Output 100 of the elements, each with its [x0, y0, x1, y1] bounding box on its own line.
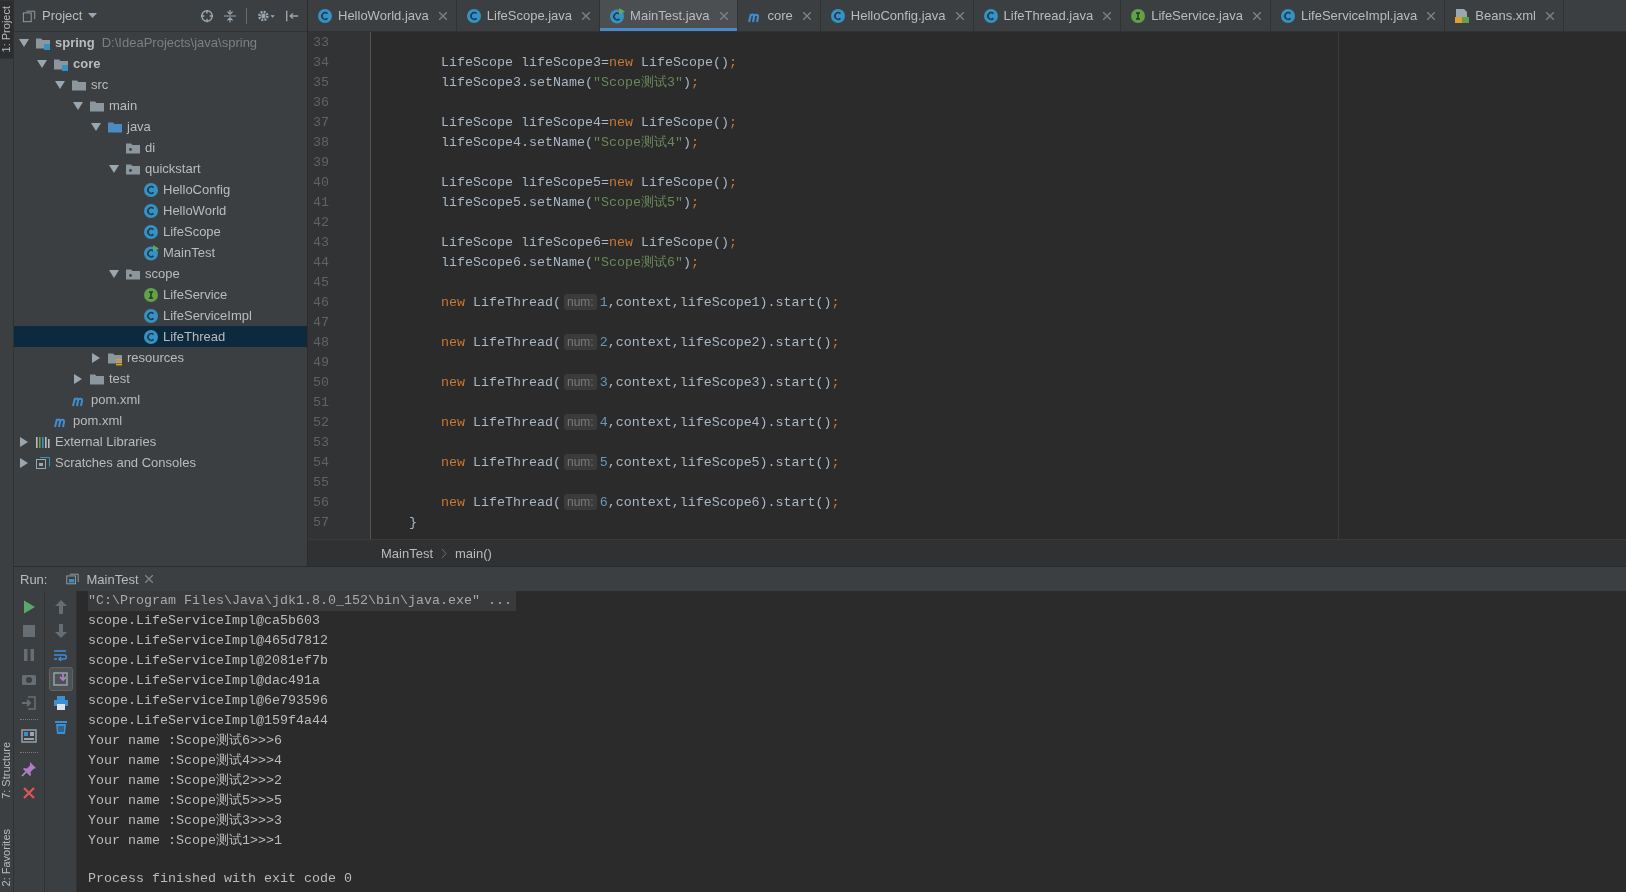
console-line: Your name :Scope测试1>>>1	[88, 832, 282, 850]
editor-tab[interactable]: core	[737, 0, 821, 31]
settings-icon[interactable]	[256, 8, 276, 23]
console-line: scope.LifeServiceImpl@ca5b603	[88, 612, 320, 630]
close-icon[interactable]	[1252, 11, 1261, 20]
close-icon[interactable]	[1103, 11, 1112, 20]
close-icon[interactable]	[955, 11, 964, 20]
editor-tab[interactable]: LifeServiceImpl.java	[1270, 0, 1446, 31]
tree-item[interactable]: di	[14, 137, 307, 158]
code-line: LifeScope lifeScope6=new LifeScope();	[440, 234, 737, 250]
console-window-icon	[65, 572, 81, 586]
class-icon	[982, 7, 999, 24]
console-line: scope.LifeServiceImpl@465d7812	[88, 632, 328, 650]
editor-tab[interactable]: LifeService.java	[1121, 0, 1271, 31]
console-line: Your name :Scope测试3>>>3	[88, 812, 282, 830]
soft-wrap-icon[interactable]	[52, 647, 69, 663]
editor-tab[interactable]: LifeThread.java	[973, 0, 1122, 31]
tree-item[interactable]: core	[14, 53, 307, 74]
tree-item[interactable]: quickstart	[14, 158, 307, 179]
tree-item[interactable]: HelloWorld	[14, 200, 307, 221]
tree-item[interactable]: pom.xml	[14, 410, 307, 431]
close-icon[interactable]	[21, 785, 37, 801]
code-line: lifeScope4.setName("Scope测试4");	[440, 133, 699, 151]
tree-item[interactable]: Scratches and Consoles	[14, 452, 307, 473]
expanded-arrow-icon[interactable]	[91, 121, 101, 132]
tree-item[interactable]: MainTest	[14, 242, 307, 263]
caret-icon	[88, 12, 98, 19]
tree-item[interactable]: HelloConfig	[14, 179, 307, 200]
view-dropdown[interactable]: Project	[22, 8, 98, 23]
collapse-all-icon[interactable]	[223, 8, 237, 23]
console-window-icon	[35, 454, 51, 471]
layout-icon[interactable]	[21, 728, 37, 744]
interface-icon	[1130, 7, 1147, 24]
console-line: Your name :Scope测试5>>>5	[88, 792, 282, 810]
console-line: scope.LifeServiceImpl@2081ef7b	[88, 652, 328, 670]
tree-item[interactable]: main	[14, 95, 307, 116]
tool-window-tab[interactable]: 7: Structure	[0, 735, 13, 805]
close-icon[interactable]	[438, 11, 447, 20]
collapsed-arrow-icon[interactable]	[19, 436, 29, 447]
tool-window-tab[interactable]: 2: Favorites	[0, 822, 13, 892]
breadcrumb-item[interactable]: main()	[455, 545, 492, 561]
window-icon	[22, 8, 36, 23]
close-icon[interactable]	[582, 11, 591, 20]
close-icon[interactable]	[1545, 11, 1554, 20]
class-icon	[143, 307, 159, 324]
breadcrumb-item[interactable]: MainTest	[381, 545, 434, 561]
tree-item[interactable]: spring D:\IdeaProjects\java\spring	[14, 32, 307, 53]
code-line: lifeScope6.setName("Scope测试6");	[440, 253, 699, 271]
run-icon[interactable]	[21, 599, 37, 615]
scroll-to-end-icon[interactable]	[52, 671, 69, 687]
code-line: new LifeThread( num: 3,context,lifeScope3).start();	[440, 374, 840, 390]
expanded-arrow-icon[interactable]	[19, 37, 29, 48]
print-icon[interactable]	[52, 695, 69, 711]
interface-icon	[143, 286, 159, 303]
collapsed-arrow-icon[interactable]	[19, 457, 29, 468]
class-icon	[143, 181, 159, 198]
editor-tab[interactable]: HelloConfig.java	[820, 0, 974, 31]
tree-item[interactable]: scope	[14, 263, 307, 284]
tree-item[interactable]: java	[14, 116, 307, 137]
tree-item[interactable]: LifeScope	[14, 221, 307, 242]
tree-item[interactable]: pom.xml	[14, 389, 307, 410]
pin-icon[interactable]	[21, 761, 37, 777]
console-line: scope.LifeServiceImpl@159f4a44	[88, 712, 328, 730]
crosshair-icon[interactable]	[200, 8, 214, 23]
editor-tab[interactable]: MainTest.java	[600, 0, 738, 31]
console-line: scope.LifeServiceImpl@6e793596	[88, 692, 328, 710]
expanded-arrow-icon[interactable]	[55, 79, 65, 90]
tree-item[interactable]: test	[14, 368, 307, 389]
trash-icon[interactable]	[52, 719, 69, 735]
tree-item[interactable]: LifeService	[14, 284, 307, 305]
console-line: Your name :Scope测试6>>>6	[88, 732, 282, 750]
expanded-arrow-icon[interactable]	[109, 268, 119, 279]
console-line: Your name :Scope测试4>>>4	[88, 752, 282, 770]
code-line: lifeScope5.setName("Scope测试5");	[440, 193, 699, 211]
editor-tab[interactable]: HelloWorld.java	[308, 0, 457, 31]
close-icon[interactable]	[802, 11, 811, 20]
expanded-arrow-icon[interactable]	[37, 58, 47, 69]
tree-item[interactable]: LifeServiceImpl	[14, 305, 307, 326]
class-icon	[1279, 7, 1296, 24]
hide-panel-icon[interactable]	[285, 8, 299, 23]
expanded-arrow-icon[interactable]	[109, 163, 119, 174]
parameter-hint: num:	[563, 374, 597, 390]
close-icon[interactable]	[1427, 11, 1436, 20]
tree-item[interactable]: External Libraries	[14, 431, 307, 452]
xml-file-icon	[1454, 7, 1471, 24]
tree-item[interactable]: resources	[14, 347, 307, 368]
collapsed-arrow-icon[interactable]	[73, 373, 83, 384]
parameter-hint: num:	[563, 414, 597, 430]
code-line: new LifeThread( num: 6,context,lifeScope6).start();	[440, 494, 840, 510]
code-line: lifeScope3.setName("Scope测试3");	[440, 73, 699, 91]
console-line: scope.LifeServiceImpl@dac491a	[88, 672, 320, 690]
expanded-arrow-icon[interactable]	[73, 100, 83, 111]
close-icon[interactable]	[719, 11, 728, 20]
collapsed-arrow-icon[interactable]	[91, 352, 101, 363]
tool-window-tab[interactable]: 1: Project	[0, 0, 13, 59]
tree-item[interactable]: LifeThread	[14, 326, 307, 347]
code-line: new LifeThread( num: 2,context,lifeScope2).start();	[440, 334, 840, 350]
tree-item[interactable]: src	[14, 74, 307, 95]
editor-tab[interactable]: Beans.xml	[1445, 0, 1564, 31]
close-icon[interactable]	[144, 575, 153, 583]
